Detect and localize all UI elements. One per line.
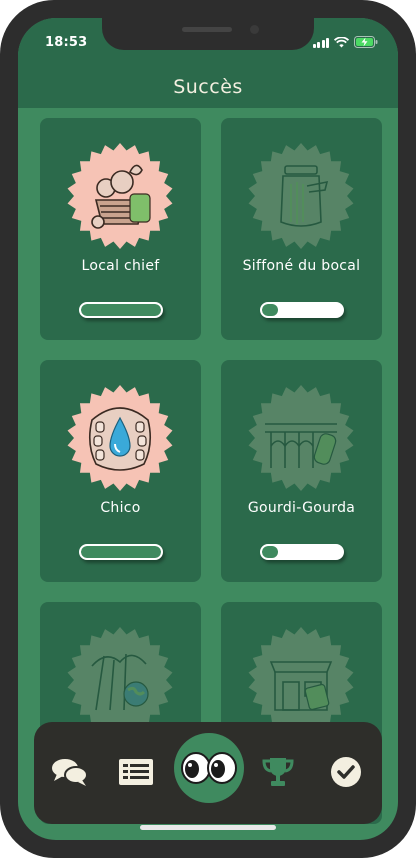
wifi-icon xyxy=(334,36,349,47)
app-screen: 18:53 Succès Local chief Siffoné du boca… xyxy=(18,18,398,840)
achievement-card[interactable]: Local chief xyxy=(40,118,201,340)
battery-charging-icon xyxy=(354,36,378,48)
trophy-icon xyxy=(262,758,294,786)
progress-bar xyxy=(260,544,344,560)
list-icon xyxy=(119,759,153,785)
status-icons xyxy=(312,36,379,48)
home-indicator xyxy=(140,825,276,830)
shop-bag-icon xyxy=(248,627,354,733)
tab-list[interactable] xyxy=(114,750,158,794)
progress-bar xyxy=(79,544,163,560)
achievement-label: Chico xyxy=(100,500,141,516)
eyes-icon xyxy=(181,752,237,784)
signal-icon xyxy=(312,37,329,48)
teeth-water-drop-icon xyxy=(67,385,173,491)
bottom-tabbar xyxy=(34,722,382,824)
phone-frame: 18:53 Succès Local chief Siffoné du boca… xyxy=(0,0,416,858)
tab-chat[interactable] xyxy=(48,750,92,794)
achievement-label: Gourdi-Gourda xyxy=(247,500,356,516)
device-notch xyxy=(102,18,314,50)
achievement-card[interactable]: Chico xyxy=(40,360,201,582)
achievement-label: Local chief xyxy=(81,258,160,274)
vegetable-basket-icon xyxy=(67,143,173,249)
tab-home[interactable] xyxy=(174,733,244,803)
forest-earth-icon xyxy=(67,627,173,733)
achievement-label: Siffoné du bocal xyxy=(242,258,361,274)
page-title: Succès xyxy=(173,76,243,98)
status-time: 18:53 xyxy=(45,35,88,50)
progress-bar xyxy=(260,302,344,318)
achievement-card[interactable]: Siffoné du bocal xyxy=(221,118,382,340)
checkmark-icon xyxy=(331,757,361,787)
chat-icon xyxy=(52,759,88,786)
progress-bar xyxy=(79,302,163,318)
tab-done[interactable] xyxy=(324,750,368,794)
jar-icon xyxy=(248,143,354,249)
aqueduct-bottle-icon xyxy=(248,385,354,491)
camera xyxy=(250,25,259,34)
speaker xyxy=(182,27,232,32)
tab-trophy[interactable] xyxy=(256,750,300,794)
achievement-card[interactable]: Gourdi-Gourda xyxy=(221,360,382,582)
